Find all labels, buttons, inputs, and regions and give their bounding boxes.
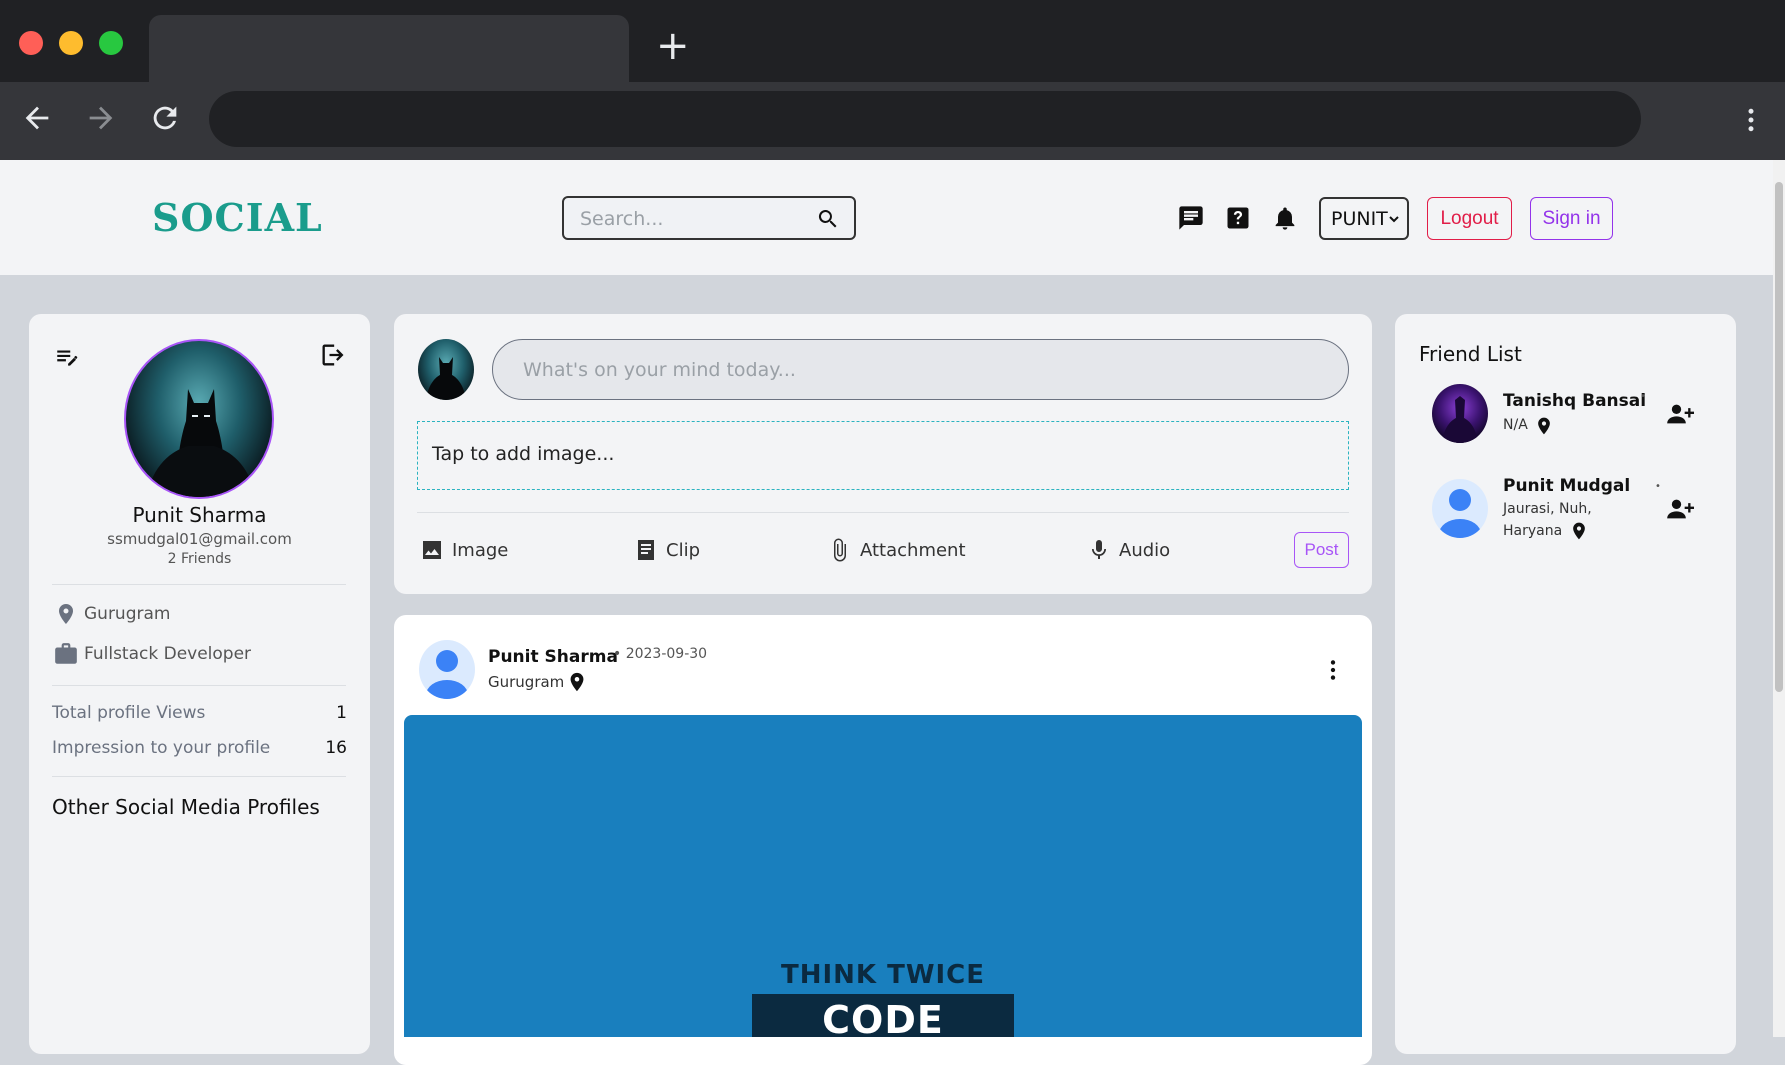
forward-arrow-icon[interactable] <box>84 101 118 135</box>
post-date: • 2023-09-30 <box>613 646 708 662</box>
image-icon <box>423 541 441 559</box>
stat-label: Total profile Views <box>52 703 206 723</box>
clip-action-label: Clip <box>666 539 700 561</box>
other-profiles-title: Other Social Media Profiles <box>52 795 320 819</box>
friend-location: Jaurasi, Nuh, <box>1503 501 1592 517</box>
batman-avatar-image <box>146 389 256 497</box>
composer-avatar <box>418 339 474 400</box>
add-image-dropzone[interactable]: Tap to add image... <box>417 421 1349 490</box>
image-action-label: Image <box>452 539 509 561</box>
search-input[interactable] <box>578 206 802 232</box>
friend-list-title: Friend List <box>1419 342 1522 366</box>
address-bar[interactable] <box>209 91 1641 147</box>
add-friend-icon[interactable] <box>1665 400 1695 428</box>
friend-location: Haryana <box>1503 523 1563 539</box>
clip-icon <box>638 540 654 560</box>
image-action[interactable]: Image <box>420 536 508 564</box>
post-author-avatar[interactable] <box>419 640 475 699</box>
new-tab-button[interactable]: + <box>656 26 690 66</box>
friend-name[interactable]: Tanishq Bansal <box>1503 391 1646 411</box>
composer-divider <box>417 512 1349 513</box>
friend-avatar[interactable] <box>1432 479 1488 538</box>
edit-profile-icon[interactable] <box>54 344 80 370</box>
back-arrow-icon[interactable] <box>20 101 54 135</box>
post-button[interactable]: Post <box>1294 532 1349 568</box>
location-pin-icon <box>1573 522 1585 540</box>
stat-value: 16 <box>325 738 347 758</box>
location-pin-icon <box>1538 417 1550 435</box>
search-box <box>562 196 856 240</box>
profile-location: Gurugram <box>84 604 171 624</box>
post-image-text-top: THINK TWICE <box>780 960 986 990</box>
paperclip-icon <box>834 538 846 562</box>
whats-on-your-mind-input[interactable] <box>521 358 1305 382</box>
audio-action[interactable]: Audio <box>1087 536 1170 564</box>
briefcase-icon <box>55 643 77 664</box>
window-maximize-button[interactable] <box>99 31 123 55</box>
reload-icon[interactable] <box>148 101 182 135</box>
user-select-dropdown[interactable]: PUNIT <box>1319 197 1409 240</box>
user-placeholder-icon <box>426 650 468 699</box>
profile-avatar[interactable] <box>124 339 274 499</box>
clip-action[interactable]: Clip <box>634 536 700 564</box>
post-image-text-bottom: CODE ONCE! <box>822 998 944 1037</box>
profile-divider <box>52 584 346 585</box>
whats-on-your-mind-field <box>492 339 1349 400</box>
site-logo[interactable]: SOCIAL <box>152 195 323 240</box>
post-location: Gurugram <box>488 673 565 691</box>
profile-friends-count[interactable]: 2 Friends <box>29 551 370 567</box>
user-select-value: PUNIT <box>1331 208 1388 230</box>
window-close-button[interactable] <box>19 31 43 55</box>
browser-tab[interactable] <box>149 15 629 82</box>
dark-mode-icon[interactable] <box>1131 204 1159 232</box>
location-pin-icon <box>59 604 73 624</box>
friend-status-dot: • <box>1655 481 1661 492</box>
friend-location: N/A <box>1503 417 1528 433</box>
stat-value: 1 <box>336 703 347 723</box>
chevron-down-icon <box>1389 216 1399 223</box>
logout-button[interactable]: Logout <box>1427 197 1512 240</box>
friend-status-dot: • <box>1640 391 1646 402</box>
post-author-name[interactable]: Punit Sharma <box>488 647 618 667</box>
post-image[interactable]: THINK TWICE CODE ONCE! <box>404 715 1362 1037</box>
signin-button[interactable]: Sign in <box>1530 197 1613 240</box>
attachment-action-label: Attachment <box>860 539 966 561</box>
batman-avatar-image <box>426 357 466 400</box>
profile-email: ssmudgal01@gmail.com <box>107 530 292 548</box>
logout-icon[interactable] <box>319 341 347 369</box>
user-placeholder-icon <box>1439 489 1481 538</box>
notification-bell-icon[interactable] <box>1271 204 1299 232</box>
window-minimize-button[interactable] <box>59 31 83 55</box>
location-pin-icon <box>570 672 584 692</box>
profile-divider <box>52 776 346 777</box>
add-friend-icon[interactable] <box>1665 495 1695 523</box>
profile-occupation: Fullstack Developer <box>84 644 252 664</box>
post-image-banner: CODE ONCE! <box>752 994 1014 1037</box>
friend-avatar-image <box>1442 396 1478 443</box>
audio-action-label: Audio <box>1119 539 1171 561</box>
dropzone-text: Tap to add image... <box>432 443 615 465</box>
profile-name: Punit Sharma <box>132 503 267 527</box>
message-icon[interactable] <box>1177 204 1205 232</box>
search-icon[interactable] <box>816 207 840 231</box>
post-options-icon[interactable] <box>1320 656 1346 684</box>
help-icon[interactable] <box>1224 204 1252 232</box>
friend-name[interactable]: Punit Mudgal <box>1503 476 1630 496</box>
profile-divider <box>52 685 346 686</box>
microphone-icon <box>1092 540 1106 559</box>
browser-menu-icon[interactable] <box>1736 103 1766 137</box>
attachment-action[interactable]: Attachment <box>828 536 966 564</box>
page-scrollbar-thumb[interactable] <box>1775 182 1783 692</box>
stat-label: Impression to your profile <box>52 738 271 758</box>
friend-avatar[interactable] <box>1432 384 1488 443</box>
